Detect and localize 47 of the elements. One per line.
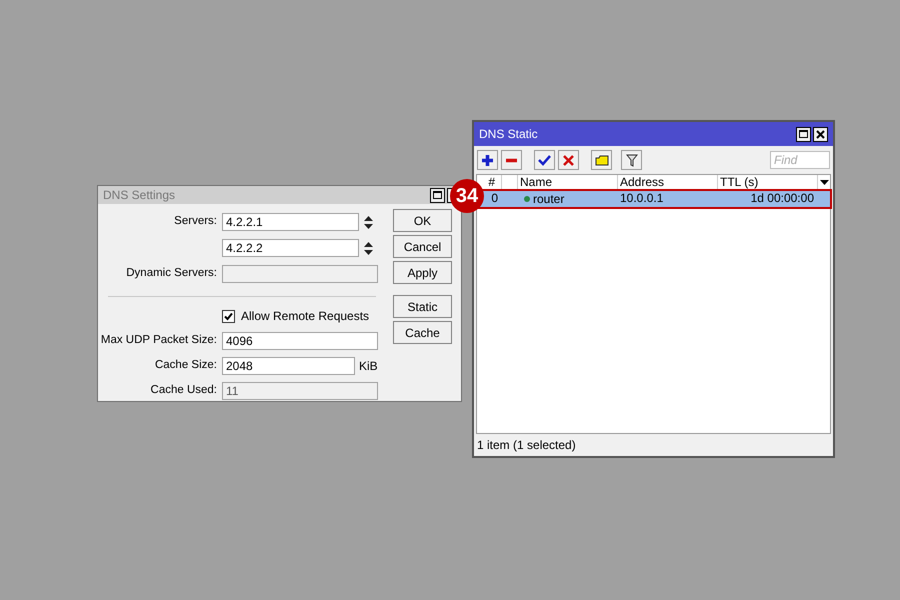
find-field[interactable]: Find (770, 151, 830, 169)
field-label: Cache Used: (150, 383, 218, 398)
dialog-button[interactable]: Apply (393, 261, 452, 284)
filter-icon (626, 154, 638, 166)
window-title: DNS Settings (103, 187, 176, 204)
dialog-button[interactable]: OK (393, 209, 452, 232)
server-field[interactable]: 4.2.2.1 (222, 213, 359, 231)
plus-icon (481, 154, 494, 166)
checkbox[interactable] (222, 310, 235, 322)
field-label: Dynamic Servers: (125, 266, 218, 282)
table-cell-text: 0 (490, 191, 499, 207)
comment-button[interactable] (591, 150, 612, 170)
enable-button[interactable] (534, 150, 555, 170)
max-udp-field[interactable]: 4096 (222, 332, 378, 350)
cross-icon (563, 154, 574, 166)
checkmark-icon (538, 154, 551, 166)
dialog-button[interactable]: Static (393, 295, 452, 318)
dynamic-servers-field[interactable] (222, 265, 378, 283)
server-field[interactable]: 4.2.2.2 (222, 239, 359, 257)
cache-size-field[interactable]: 2048 (222, 357, 355, 375)
dialog-button[interactable]: Cancel (393, 235, 452, 258)
close-button[interactable] (813, 126, 828, 142)
table-cell-text: 1d 00:00:00 (750, 191, 815, 207)
dropdown-arrow-icon (820, 180, 828, 185)
column-header[interactable]: # (488, 175, 495, 190)
maximize-button[interactable] (430, 188, 445, 202)
table-cell-text: 10.0.0.1 (619, 191, 664, 207)
up-down-arrows-icon[interactable] (364, 242, 373, 254)
field-label: Servers: (173, 214, 218, 230)
maximize-button[interactable] (796, 126, 811, 142)
dialog-button[interactable]: Cache (393, 321, 452, 344)
minus-icon (505, 158, 518, 162)
up-down-arrows-icon[interactable] (364, 216, 373, 228)
status-text: 1 item (1 selected) (477, 437, 576, 454)
add-button[interactable] (477, 150, 498, 170)
table-cell: router (533, 192, 564, 206)
unit-label: KiB (359, 358, 378, 375)
remove-button[interactable] (501, 150, 522, 170)
window-title: DNS Static (479, 126, 538, 143)
disable-button[interactable] (558, 150, 579, 170)
checkbox-label: Allow Remote Requests (241, 308, 370, 325)
folder-icon (594, 154, 608, 166)
field-label: Cache Size: (154, 358, 218, 374)
field-label: Max UDP Packet Size: (100, 333, 218, 348)
table-row[interactable]: 0 router 10.0.0.1 1d 00:00:00 (477, 191, 830, 207)
filter-button[interactable] (621, 150, 642, 170)
cache-used-field[interactable]: 11 (222, 382, 378, 400)
